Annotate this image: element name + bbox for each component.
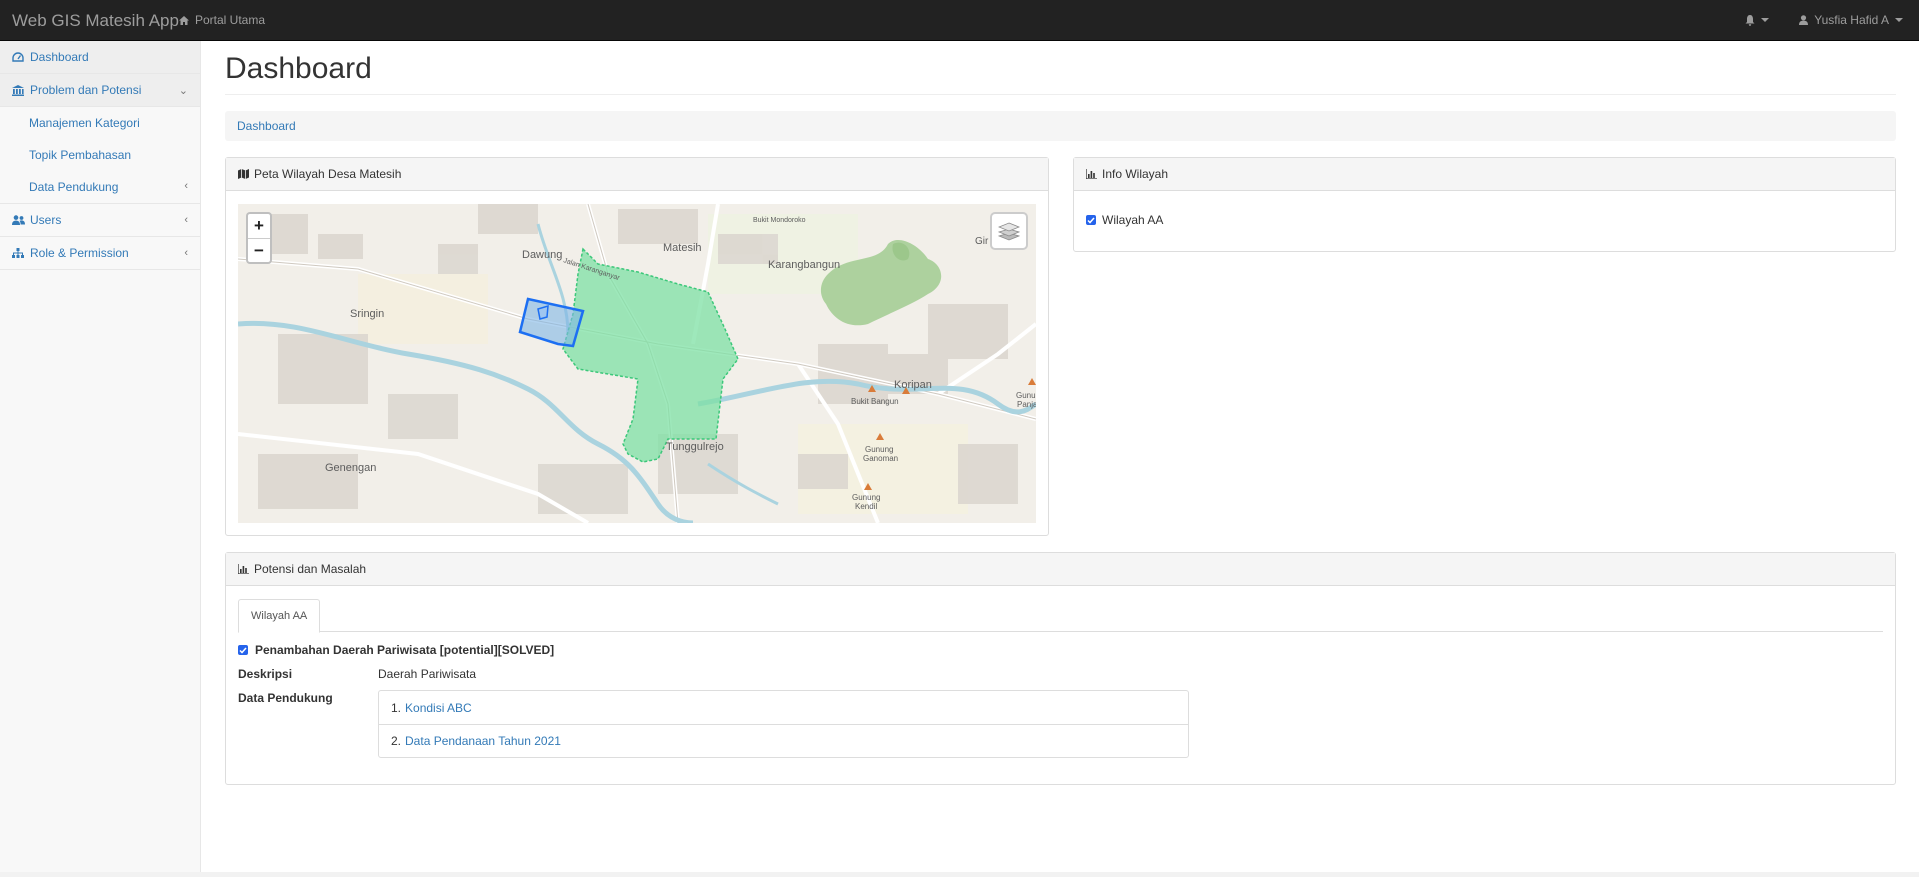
breadcrumb-dashboard[interactable]: Dashboard: [237, 119, 296, 133]
list-item: 1. Kondisi ABC: [379, 691, 1188, 724]
zoom-control: + −: [246, 212, 272, 264]
sidebar-item-label: Data Pendukung: [29, 180, 119, 194]
label-genengan: Genengan: [325, 462, 376, 474]
data-pendukung-label: Data Pendukung: [238, 691, 333, 705]
potensi-masalah-panel: Potensi dan Masalah Wilayah AA Penambaha…: [225, 552, 1896, 785]
info-wilayah-panel: Info Wilayah Wilayah AA: [1073, 157, 1896, 252]
deskripsi-value: Daerah Pariwisata: [378, 667, 477, 681]
label-bukit-bangun: Bukit Bangun: [851, 397, 899, 406]
chevron-left-icon: ‹: [184, 214, 188, 226]
data-link-kondisi-abc[interactable]: Kondisi ABC: [405, 701, 472, 715]
map-panel-heading: Peta Wilayah Desa Matesih: [226, 158, 1048, 191]
chevron-down-icon: [1895, 18, 1903, 22]
chevron-left-icon: ‹: [184, 247, 188, 259]
sidebar-item-users[interactable]: Users ‹: [0, 204, 200, 237]
potensi-item-title: Penambahan Daerah Pariwisata [potential]…: [255, 643, 555, 657]
sidebar-item-label: Role & Permission: [30, 246, 129, 260]
potensi-item-checkbox[interactable]: [238, 645, 248, 655]
user-icon: [1799, 15, 1809, 25]
label-matesih: Matesih: [663, 242, 702, 254]
potensi-panel-title: Potensi dan Masalah: [254, 562, 367, 576]
map-canvas[interactable]: Dawung Matesih Karangbangun Sringin Kori…: [238, 204, 1036, 523]
bell-icon: [1745, 14, 1755, 26]
list-item-number: 2.: [391, 734, 402, 748]
label-gunung-panjang-2: Panja: [1017, 400, 1036, 409]
page-bottom-strip: [0, 872, 1919, 877]
sidebar-item-data-pendukung[interactable]: Data Pendukung ‹: [0, 171, 200, 203]
home-icon: [179, 15, 189, 25]
map-icon: [238, 169, 249, 179]
sidebar-item-topik-pembahasan[interactable]: Topik Pembahasan: [0, 139, 200, 171]
sidebar-item-role-permission[interactable]: Role & Permission ‹: [0, 237, 200, 270]
sidebar: Dashboard Problem dan Potensi ⌄ Manajeme…: [0, 41, 201, 877]
potensi-panel-heading: Potensi dan Masalah: [226, 553, 1895, 586]
sitemap-icon: [12, 248, 26, 258]
deskripsi-label: Deskripsi: [238, 667, 293, 681]
label-gir: Gir: [975, 236, 989, 247]
sidebar-item-label: Topik Pembahasan: [29, 148, 132, 162]
info-panel-heading: Info Wilayah: [1074, 158, 1895, 191]
bank-icon: [12, 84, 26, 96]
map-panel-title: Peta Wilayah Desa Matesih: [254, 167, 402, 181]
top-navbar: Web GIS Matesih App Portal Utama Yusfia …: [0, 0, 1919, 41]
app-brand[interactable]: Web GIS Matesih App: [12, 11, 179, 31]
user-dropdown[interactable]: Yusfia Hafid A: [1799, 13, 1903, 27]
label-gunung-ganoman-1: Gunung: [865, 445, 893, 454]
label-sringin: Sringin: [350, 308, 384, 320]
sidebar-item-manajemen-kategori[interactable]: Manajemen Kategori: [0, 107, 200, 139]
wilayah-aa-checkbox[interactable]: [1086, 215, 1096, 225]
zoom-in-button[interactable]: +: [248, 214, 270, 238]
sidebar-item-label: Manajemen Kategori: [29, 116, 140, 130]
sidebar-submenu: Manajemen Kategori Topik Pembahasan Data…: [0, 107, 200, 204]
data-pendukung-list: 1. Kondisi ABC 2. Data Pendanaan Tahun 2…: [378, 690, 1189, 758]
list-item: 2. Data Pendanaan Tahun 2021: [379, 724, 1188, 757]
wilayah-tabs: Wilayah AA: [238, 599, 1883, 633]
sidebar-item-dashboard[interactable]: Dashboard: [0, 41, 200, 74]
label-gunung-kendil-2: Kendil: [855, 502, 877, 511]
breadcrumb: Dashboard: [225, 111, 1896, 141]
wilayah-checkbox-row[interactable]: Wilayah AA: [1086, 213, 1163, 227]
notification-dropdown[interactable]: [1745, 14, 1770, 26]
map-panel: Peta Wilayah Desa Matesih Dawung Matesih…: [225, 157, 1049, 536]
user-name: Yusfia Hafid A: [1814, 13, 1889, 27]
zoom-out-button[interactable]: −: [248, 238, 270, 262]
bar-chart-icon: [238, 564, 249, 574]
label-bukit-mondoroko: Bukit Mondoroko: [753, 217, 806, 224]
sidebar-item-problem-dan-potensi[interactable]: Problem dan Potensi ⌄: [0, 74, 200, 107]
wilayah-aa-label: Wilayah AA: [1102, 213, 1164, 227]
label-koripan: Koripan: [894, 379, 932, 391]
label-gunung-kendil-1: Gunung: [852, 493, 880, 502]
label-karangbangun: Karangbangun: [768, 259, 840, 271]
page-title: Dashboard: [225, 52, 372, 85]
users-icon: [12, 215, 26, 225]
chevron-down-icon: ⌄: [178, 85, 188, 97]
map-tiles[interactable]: Dawung Matesih Karangbangun Sringin Kori…: [238, 204, 1036, 523]
chevron-left-icon: ‹: [184, 180, 188, 192]
data-link-pendanaan-2021[interactable]: Data Pendanaan Tahun 2021: [405, 734, 561, 748]
sidebar-item-label: Users: [30, 213, 62, 227]
nav-portal-utama[interactable]: Portal Utama: [179, 13, 265, 27]
title-divider: [225, 94, 1896, 95]
label-gunung-ganoman-2: Ganoman: [863, 454, 898, 463]
layers-control-button[interactable]: [990, 212, 1028, 250]
chevron-down-icon: [1761, 18, 1770, 22]
bar-chart-icon: [1086, 169, 1097, 179]
nav-portal-label: Portal Utama: [195, 13, 266, 27]
sidebar-item-label: Dashboard: [30, 50, 89, 64]
navbar-right: Yusfia Hafid A: [1745, 13, 1903, 27]
label-gunung-panjang-1: Gunu: [1016, 391, 1036, 400]
info-panel-title: Info Wilayah: [1102, 167, 1169, 181]
label-dawung: Dawung: [522, 249, 562, 261]
potensi-item-title-row[interactable]: Penambahan Daerah Pariwisata [potential]…: [238, 643, 554, 657]
layers-icon: [998, 222, 1020, 241]
sidebar-item-label: Problem dan Potensi: [30, 83, 142, 97]
dashboard-icon: [12, 52, 26, 62]
label-tunggulrejo: Tunggulrejo: [666, 441, 724, 453]
tab-wilayah-aa[interactable]: Wilayah AA: [238, 599, 321, 633]
list-item-number: 1.: [391, 700, 402, 715]
